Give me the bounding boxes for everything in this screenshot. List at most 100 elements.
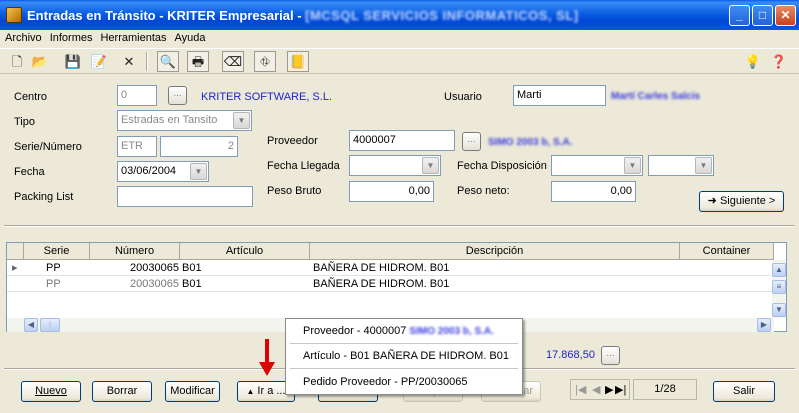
table-row[interactable]: ▸ PP 20030065 B01 BAÑERA DE HIDROM. B01	[7, 261, 774, 276]
open-icon[interactable]: 📂	[29, 51, 51, 72]
numero-input[interactable]: 2	[160, 136, 238, 157]
section-divider	[4, 225, 795, 227]
table-row[interactable]: PP 20030065 B01 BAÑERA DE HIDROM. B01	[7, 277, 774, 292]
tipo-chevron-down-icon[interactable]: ▼	[233, 112, 250, 129]
siguiente-label: Siguiente >	[719, 195, 776, 207]
cell-serie: PP	[46, 262, 61, 274]
window-title-company: [MCSQL SERVICIOS INFORMATICOS, SL]	[305, 8, 579, 23]
scroll-down-icon[interactable]: ▼	[772, 303, 786, 317]
preview-icon[interactable]: 🔍	[157, 51, 179, 72]
hscroll-thumb[interactable]: ⦙	[40, 318, 60, 332]
maximize-button[interactable]: □	[752, 5, 773, 26]
tree-icon[interactable]: ⛗	[254, 51, 276, 72]
column-serie[interactable]: Serie	[24, 243, 90, 260]
prev-record-icon[interactable]: ◀	[592, 383, 600, 396]
usuario-label: Usuario	[444, 91, 482, 103]
scroll-up-icon[interactable]: ▲	[772, 263, 786, 277]
goto-pedido-item[interactable]: Pedido Proveedor - PP/20030065	[303, 376, 468, 388]
cell-numero: 20030065	[130, 278, 179, 290]
tip-icon[interactable]: 💡	[742, 51, 764, 72]
print-icon[interactable]: 🖶	[187, 51, 209, 72]
record-counter: 1/28	[633, 379, 697, 400]
toolbar: 🗋 📂 💾 📝 ✕ 🔍 🖶 ⌫ ⛗ 📒 💡 ❓	[0, 48, 799, 74]
popup-divider	[290, 368, 518, 369]
scroll-thumb[interactable]: ≡	[772, 280, 786, 294]
borrar-button[interactable]: Borrar	[92, 381, 152, 402]
column-numero[interactable]: Número	[90, 243, 180, 260]
salir-button[interactable]: Salir	[713, 381, 775, 402]
packing-list-input[interactable]	[117, 186, 253, 207]
menu-bar: Archivo Informes Herramientas Ayuda	[0, 30, 799, 48]
centro-input[interactable]: 0	[117, 85, 157, 106]
goto-articulo-item[interactable]: Artículo - B01 BAÑERA DE HIDROM. B01	[303, 350, 509, 362]
minimize-button[interactable]: _	[729, 5, 750, 26]
vertical-scrollbar[interactable]: ▲ ≡ ▼	[772, 260, 786, 318]
fecha-disposicion-chevron-down-icon[interactable]: ▼	[624, 157, 641, 174]
hora-disposicion-chevron-down-icon[interactable]: ▼	[695, 157, 712, 174]
triangle-up-icon: ▲	[246, 387, 255, 396]
save-icon[interactable]: 💾	[62, 51, 84, 72]
siguiente-button[interactable]: ➜ Siguiente >	[699, 191, 784, 212]
column-descripcion[interactable]: Descripción	[310, 243, 680, 260]
cell-articulo: B01	[182, 278, 202, 290]
cell-descripcion: BAÑERA DE HIDROM. B01	[313, 278, 450, 290]
cell-serie: PP	[46, 278, 61, 290]
annotation-arrow-icon	[259, 362, 275, 376]
popup-divider	[290, 343, 518, 344]
peso-neto-input[interactable]: 0,00	[551, 181, 636, 202]
proveedor-name: SIMO 2003 b, S.A.	[488, 137, 573, 148]
record-navigator: |◀ ◀ ▶ ▶|	[570, 379, 630, 400]
proveedor-label: Proveedor	[267, 135, 318, 147]
peso-bruto-label: Peso Bruto	[267, 185, 322, 197]
tipo-select[interactable]: Estradas en Tansito	[117, 110, 252, 131]
cell-container	[680, 261, 770, 276]
row-indicator-header	[7, 243, 24, 260]
edit-icon[interactable]: 📝	[88, 51, 110, 72]
serie-input[interactable]: ETR	[117, 136, 157, 157]
notes-icon[interactable]: 📒	[287, 51, 309, 72]
fecha-llegada-label: Fecha Llegada	[267, 160, 340, 172]
cell-descripcion: BAÑERA DE HIDROM. B01	[313, 262, 450, 274]
nuevo-button[interactable]: Nuevo	[21, 381, 81, 402]
ira-label: Ir a ...	[257, 385, 286, 397]
usuario-input[interactable]: Marti	[513, 85, 606, 106]
proveedor-input[interactable]: 4000007	[349, 130, 455, 151]
serie-numero-label: Serie/Número	[14, 141, 82, 153]
total-amount: 17.868,50	[546, 349, 595, 361]
goto-proveedor-label: Proveedor - 4000007	[303, 325, 410, 337]
total-details-button[interactable]: ...	[601, 346, 620, 365]
menu-herramientas[interactable]: Herramientas	[95, 30, 169, 44]
fecha-llegada-chevron-down-icon[interactable]: ▼	[422, 157, 439, 174]
scroll-left-icon[interactable]: ◀	[24, 318, 38, 332]
arrow-right-icon: ➜	[707, 195, 717, 207]
menu-archivo[interactable]: Archivo	[0, 30, 45, 44]
table-header: Serie Número Artículo Descripción Contai…	[7, 243, 774, 260]
cell-numero: 20030065	[130, 262, 179, 274]
eraser-icon[interactable]: ⌫	[222, 51, 244, 72]
title-bar: Entradas en Tránsito - KRITER Empresaria…	[0, 0, 799, 30]
modificar-button[interactable]: Modificar	[165, 381, 220, 402]
centro-label: Centro	[14, 91, 48, 103]
peso-bruto-input[interactable]: 0,00	[349, 181, 434, 202]
new-icon[interactable]: 🗋	[6, 51, 28, 72]
column-articulo[interactable]: Artículo	[180, 243, 310, 260]
packing-list-label: Packing List	[14, 191, 74, 203]
fecha-chevron-down-icon[interactable]: ▼	[190, 163, 207, 180]
help-icon[interactable]: ❓	[768, 51, 790, 72]
usuario-name: Martí Carles Salcis	[611, 91, 700, 102]
goto-proveedor-item[interactable]: Proveedor - 4000007 SIMO 2003 b, S.A.	[303, 325, 494, 337]
delete-icon[interactable]: ✕	[118, 51, 140, 72]
proveedor-lookup-button[interactable]: ...	[462, 132, 481, 151]
toolbar-separator	[146, 52, 148, 71]
next-record-icon[interactable]: ▶	[605, 383, 613, 396]
last-record-icon[interactable]: ▶|	[615, 383, 626, 396]
menu-informes[interactable]: Informes	[45, 30, 96, 44]
menu-ayuda[interactable]: Ayuda	[170, 30, 209, 44]
first-record-icon[interactable]: |◀	[575, 383, 586, 396]
column-container[interactable]: Container	[680, 243, 774, 260]
current-row-icon: ▸	[12, 262, 18, 274]
scroll-right-icon[interactable]: ▶	[757, 318, 771, 332]
centro-lookup-button[interactable]: ...	[168, 86, 187, 105]
close-window-button[interactable]: ✕	[775, 5, 796, 26]
window-title-text: Entradas en Tránsito - KRITER Empresaria…	[27, 8, 306, 23]
